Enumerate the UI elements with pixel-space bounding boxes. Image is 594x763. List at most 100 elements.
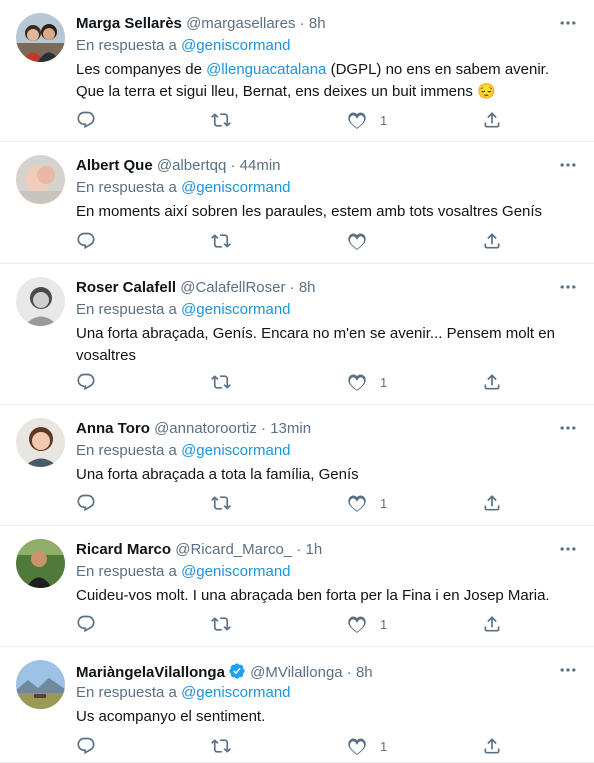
retweet-button[interactable] <box>211 109 231 131</box>
tweet-reply[interactable]: Anna Toro @annatoroortiz · 13min En respu… <box>0 405 594 526</box>
retweet-icon <box>211 493 231 513</box>
reply-prefix: En respuesta a <box>76 442 177 459</box>
author-handle[interactable]: @margasellares <box>186 15 295 32</box>
tweet-timestamp[interactable]: 8h <box>356 664 373 681</box>
more-icon[interactable] <box>558 277 578 297</box>
tweet-text-segment: En moments així sobren les paraules, est… <box>76 203 543 220</box>
reply-button[interactable] <box>76 735 96 757</box>
reply-button[interactable] <box>76 371 96 393</box>
reply-to-mention[interactable]: @geniscormand <box>181 37 290 54</box>
mention-link[interactable]: @llenguacatalana <box>206 61 326 78</box>
reply-to-mention[interactable]: @geniscormand <box>181 179 290 196</box>
more-icon[interactable] <box>558 13 578 33</box>
share-button[interactable] <box>482 613 502 635</box>
reply-context: En respuesta a @geniscormand <box>76 684 291 702</box>
author-name[interactable]: Roser Calafell <box>76 279 176 296</box>
tweet-actions: 1 <box>76 735 506 757</box>
tweet-header: Ricard Marco @Ricard_Marco_ · 1h <box>76 541 322 559</box>
author-handle[interactable]: @CalafellRoser <box>180 279 285 296</box>
share-icon <box>482 614 502 634</box>
avatar[interactable] <box>16 155 65 204</box>
reply-button[interactable] <box>76 613 96 635</box>
author-name[interactable]: Ricard Marco <box>76 541 171 558</box>
author-handle[interactable]: @Ricard_Marco_ <box>175 541 292 558</box>
like-button[interactable]: 1 <box>347 492 387 514</box>
like-button[interactable] <box>347 230 367 252</box>
share-icon <box>482 736 502 756</box>
reply-icon <box>76 231 96 251</box>
author-handle[interactable]: @annatoroortiz <box>154 420 257 437</box>
reply-button[interactable] <box>76 109 96 131</box>
heart-icon <box>347 231 367 251</box>
retweet-icon <box>211 110 231 130</box>
tweet-reply[interactable]: Ricard Marco @Ricard_Marco_ · 1h En respu… <box>0 526 594 647</box>
retweet-button[interactable] <box>211 371 231 393</box>
like-button[interactable]: 1 <box>347 735 387 757</box>
heart-icon <box>347 493 367 513</box>
author-name[interactable]: MariàngelaVilallonga <box>76 664 225 681</box>
retweet-icon <box>211 372 231 392</box>
reply-context: En respuesta a @geniscormand <box>76 301 291 319</box>
tweet-header: Anna Toro @annatoroortiz · 13min <box>76 420 311 438</box>
reply-to-mention[interactable]: @geniscormand <box>181 684 290 701</box>
reply-to-mention[interactable]: @geniscormand <box>181 442 290 459</box>
tweet-reply[interactable]: Albert Que @albertqq · 44min En respuesta… <box>0 142 594 264</box>
separator-dot: · <box>292 541 306 558</box>
like-count: 1 <box>380 374 388 390</box>
author-handle[interactable]: @albertqq <box>157 157 226 174</box>
share-button[interactable] <box>482 230 502 252</box>
more-icon[interactable] <box>558 539 578 559</box>
tweet-timestamp[interactable]: 1h <box>306 541 323 558</box>
tweet-timestamp[interactable]: 44min <box>240 157 281 174</box>
verified-badge-icon <box>228 662 246 685</box>
reply-context: En respuesta a @geniscormand <box>76 563 291 581</box>
replies-feed: Marga Sellarès @margasellares · 8h En res… <box>0 0 594 763</box>
share-button[interactable] <box>482 371 502 393</box>
retweet-button[interactable] <box>211 492 231 514</box>
tweet-actions: 1 <box>76 492 506 514</box>
more-icon[interactable] <box>558 418 578 438</box>
share-button[interactable] <box>482 109 502 131</box>
separator-dot: · <box>256 420 271 437</box>
avatar[interactable] <box>16 418 65 467</box>
tweet-text: Les companyes de @llenguacatalana (DGPL)… <box>76 59 566 103</box>
more-icon[interactable] <box>558 660 578 680</box>
tweet-actions: 1 <box>76 371 506 393</box>
tweet-reply[interactable]: Roser Calafell @CalafellRoser · 8h En res… <box>0 264 594 405</box>
share-button[interactable] <box>482 492 502 514</box>
retweet-button[interactable] <box>211 230 231 252</box>
author-handle[interactable]: @MVilallonga <box>250 664 343 681</box>
avatar[interactable] <box>16 539 65 588</box>
author-name[interactable]: Marga Sellarès <box>76 15 182 32</box>
avatar[interactable] <box>16 660 65 709</box>
share-icon <box>482 110 502 130</box>
reply-button[interactable] <box>76 492 96 514</box>
avatar[interactable] <box>16 277 65 326</box>
heart-icon <box>347 110 367 130</box>
reply-button[interactable] <box>76 230 96 252</box>
retweet-button[interactable] <box>211 613 231 635</box>
avatar[interactable] <box>16 13 65 62</box>
tweet-timestamp[interactable]: 8h <box>309 15 326 32</box>
author-name[interactable]: Anna Toro <box>76 420 150 437</box>
heart-icon <box>347 614 367 634</box>
reply-icon <box>76 493 96 513</box>
tweet-reply[interactable]: Marga Sellarès @margasellares · 8h En res… <box>0 0 594 142</box>
tweet-timestamp[interactable]: 8h <box>299 279 316 296</box>
reply-icon <box>76 614 96 634</box>
reply-prefix: En respuesta a <box>76 563 177 580</box>
like-button[interactable]: 1 <box>347 109 387 131</box>
tweet-reply[interactable]: MariàngelaVilallonga @MVilallonga · 8h En… <box>0 647 594 763</box>
like-button[interactable]: 1 <box>347 371 387 393</box>
reply-to-mention[interactable]: @geniscormand <box>181 563 290 580</box>
author-name[interactable]: Albert Que <box>76 157 153 174</box>
retweet-icon <box>211 614 231 634</box>
reply-to-mention[interactable]: @geniscormand <box>181 301 290 318</box>
retweet-button[interactable] <box>211 735 231 757</box>
more-icon[interactable] <box>558 155 578 175</box>
tweet-timestamp[interactable]: 13min <box>270 420 311 437</box>
tweet-text-segment: Les companyes de <box>76 61 207 78</box>
reply-prefix: En respuesta a <box>76 301 177 318</box>
share-button[interactable] <box>482 735 502 757</box>
like-button[interactable]: 1 <box>347 613 387 635</box>
